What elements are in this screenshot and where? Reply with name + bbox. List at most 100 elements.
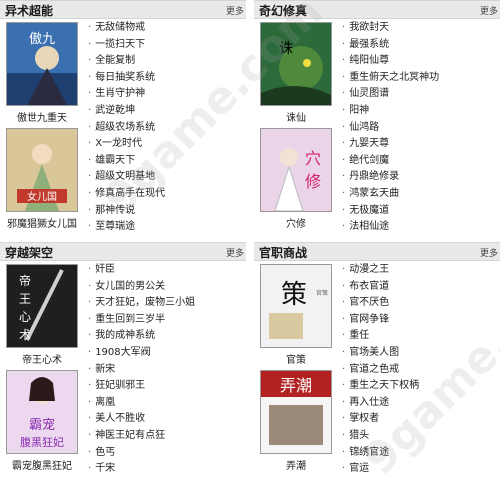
book-card[interactable]: 帝 王 心 术 帝王心术 [4, 264, 80, 366]
book-card[interactable]: 女儿国 邪魔猖獗女儿国 [4, 128, 80, 230]
list-item[interactable]: 重任 [342, 328, 500, 345]
list-item[interactable]: 重生回到三岁半 [88, 312, 246, 329]
book-cover[interactable]: 傲九 [6, 22, 78, 106]
list-item[interactable]: 重生之天下权柄 [342, 378, 500, 395]
svg-text:王: 王 [19, 292, 31, 306]
svg-text:傲九: 傲九 [29, 32, 55, 47]
list-item[interactable]: 至尊瑞途 [88, 219, 246, 236]
book-card[interactable]: 穴 修 穴修 [258, 128, 334, 230]
list-item[interactable]: 一揽扫天下 [88, 37, 246, 54]
panel-title: 官职商战 [259, 246, 308, 260]
list-item[interactable]: 天才狂妃，废物三小姐 [88, 295, 246, 312]
book-list: 动漫之王 布衣官道 官不厌色 官网争锋 重任 官场美人图 官道之色戒 重生之天下… [342, 262, 500, 478]
svg-text:帝: 帝 [19, 273, 31, 288]
panel-title: 穿越架空 [5, 246, 54, 260]
list-item[interactable]: 千宋 [88, 461, 246, 478]
list-item[interactable]: 那神传说 [88, 203, 246, 220]
list-item[interactable]: 猎头 [342, 428, 500, 445]
panel-title: 奇幻修真 [259, 4, 308, 18]
list-item[interactable]: 生肖守护神 [88, 86, 246, 103]
more-link[interactable]: 更多 [480, 4, 498, 17]
book-title[interactable]: 诛仙 [258, 109, 334, 124]
panel-header: 官职商战 更多 [254, 242, 500, 261]
panel-header: 穿越架空 更多 [0, 242, 246, 261]
list-item[interactable]: 狂妃驯邪王 [88, 378, 246, 395]
book-list: 我欲封天 最强系统 纯阳仙尊 重生俯天之北冥神功 仙灵图谱 阳神 仙鸿路 九婴天… [342, 20, 500, 236]
list-item[interactable]: 超级农场系统 [88, 120, 246, 137]
panel-header: 异术超能 更多 [0, 0, 246, 19]
list-item[interactable]: 锦绣官途 [342, 445, 500, 462]
list-item[interactable]: 雄霸天下 [88, 153, 246, 170]
list-item[interactable]: 超级文明基地 [88, 169, 246, 186]
book-title[interactable]: 穴修 [258, 215, 334, 230]
list-item[interactable]: 法相仙途 [342, 219, 500, 236]
book-title[interactable]: 帝王心术 [4, 351, 80, 366]
list-item[interactable]: 官场美人图 [342, 345, 500, 362]
category-panel-yishu: 异术超能 更多 傲九 傲世九重天 女儿国 邪魔猖獗女儿国 无 [0, 0, 246, 236]
list-item[interactable]: 无极魔道 [342, 203, 500, 220]
list-item[interactable]: 仙灵图谱 [342, 86, 500, 103]
list-item[interactable]: 我的成神系统 [88, 328, 246, 345]
list-item[interactable]: 奸臣 [88, 262, 246, 279]
list-item[interactable]: 重生俯天之北冥神功 [342, 70, 500, 87]
book-cover[interactable]: 帝 王 心 术 [6, 264, 78, 348]
list-item[interactable]: 九婴天尊 [342, 136, 500, 153]
book-card[interactable]: 诛 诛仙 [258, 22, 334, 124]
list-item[interactable]: 绝代剑魔 [342, 153, 500, 170]
category-panel-chuanyue: 穿越架空 更多 帝 王 心 术 帝王心术 霸宠 腹黑狂妃 霸宠腹黑狂妃 · 奸臣… [0, 242, 246, 478]
category-panel-qihuan: 奇幻修真 更多 诛 诛仙 穴 修 穴修 我欲封天 最强 [254, 0, 500, 236]
list-item[interactable]: 掌权者 [342, 411, 500, 428]
list-item[interactable]: 官不厌色 [342, 295, 500, 312]
book-cover[interactable]: 策 官策 [260, 264, 332, 348]
list-item[interactable]: 仙鸿路 [342, 120, 500, 137]
book-card[interactable]: 傲九 傲世九重天 [4, 22, 80, 124]
more-link[interactable]: 更多 [226, 4, 244, 17]
svg-text:策: 策 [281, 280, 307, 310]
list-item[interactable]: 每日抽奖系统 [88, 70, 246, 87]
list-item[interactable]: 最强系统 [342, 37, 500, 54]
list-item[interactable]: 神医王妃有点狂 [88, 428, 246, 445]
list-item[interactable]: 动漫之王 [342, 262, 500, 279]
list-item[interactable]: 武逆乾坤 [88, 103, 246, 120]
book-cover[interactable]: 诛 [260, 22, 332, 106]
list-item[interactable]: 离凰 [88, 395, 246, 412]
list-item[interactable]: 纯阳仙尊 [342, 53, 500, 70]
list-item[interactable]: 修真高手在现代 [88, 186, 246, 203]
book-card[interactable]: 霸宠 腹黑狂妃 霸宠腹黑狂妃 [4, 370, 80, 472]
list-item[interactable]: 1908大军阀 [88, 345, 246, 362]
book-title[interactable]: 官策 [258, 351, 334, 366]
svg-text:穴: 穴 [305, 149, 321, 168]
svg-text:腹黑狂妃: 腹黑狂妃 [20, 435, 64, 449]
list-item[interactable]: X一龙时代 [88, 136, 246, 153]
book-title[interactable]: 傲世九重天 [4, 109, 80, 124]
list-item[interactable]: 官运 [342, 461, 500, 478]
book-cover[interactable]: 霸宠 腹黑狂妃 [6, 370, 78, 454]
more-link[interactable]: 更多 [226, 246, 244, 259]
more-link[interactable]: 更多 [480, 246, 498, 259]
book-card[interactable]: 策 官策 官策 [258, 264, 334, 366]
list-item[interactable]: 新宋 [88, 362, 246, 379]
list-item[interactable]: 全能复制 [88, 53, 246, 70]
book-title[interactable]: 邪魔猖獗女儿国 [4, 215, 80, 230]
list-item[interactable]: 鸿蒙玄天曲 [342, 186, 500, 203]
book-title[interactable]: 霸宠腹黑狂妃 [4, 457, 80, 472]
book-cover[interactable]: 女儿国 [6, 128, 78, 212]
list-item[interactable]: 丹鼎绝修录 [342, 169, 500, 186]
book-cover[interactable]: 弄潮 [260, 370, 332, 454]
list-item[interactable]: 布衣官道 [342, 279, 500, 296]
list-item[interactable]: 女儿国的男公关 [88, 279, 246, 296]
list-item[interactable]: 美人不胜收 [88, 411, 246, 428]
book-cover[interactable]: 穴 修 [260, 128, 332, 212]
book-list: 奸臣 女儿国的男公关 天才狂妃，废物三小姐 重生回到三岁半 我的成神系统 190… [88, 262, 246, 478]
list-item[interactable]: 阳神 [342, 103, 500, 120]
list-item[interactable]: 我欲封天 [342, 20, 500, 37]
book-title[interactable]: 弄潮 [258, 457, 334, 472]
list-item[interactable]: 再入仕途 [342, 395, 500, 412]
list-item[interactable]: 无敌储物戒 [88, 20, 246, 37]
list-item[interactable]: 官网争锋 [342, 312, 500, 329]
book-card[interactable]: 弄潮 弄潮 [258, 370, 334, 472]
list-item[interactable]: 官道之色戒 [342, 362, 500, 379]
svg-text:弄潮: 弄潮 [280, 376, 312, 395]
svg-text:修: 修 [305, 172, 321, 191]
list-item[interactable]: 色丐 [88, 445, 246, 462]
